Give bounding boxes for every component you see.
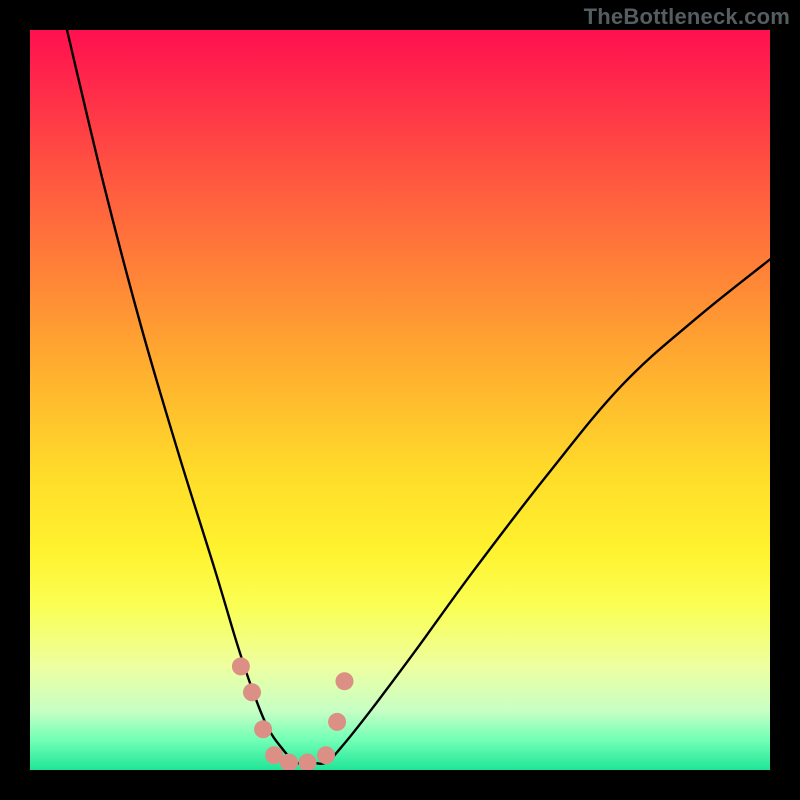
bottleneck-curve-svg: [30, 30, 770, 770]
highlight-marker: [243, 683, 261, 701]
highlight-marker: [336, 672, 354, 690]
highlight-marker: [317, 746, 335, 764]
highlight-marker: [328, 713, 346, 731]
watermark-text: TheBottleneck.com: [584, 4, 790, 30]
chart-plot-area: [30, 30, 770, 770]
highlight-marker: [232, 657, 250, 675]
highlight-marker: [299, 754, 317, 770]
bottleneck-curve-path: [67, 30, 770, 764]
highlight-marker: [254, 720, 272, 738]
